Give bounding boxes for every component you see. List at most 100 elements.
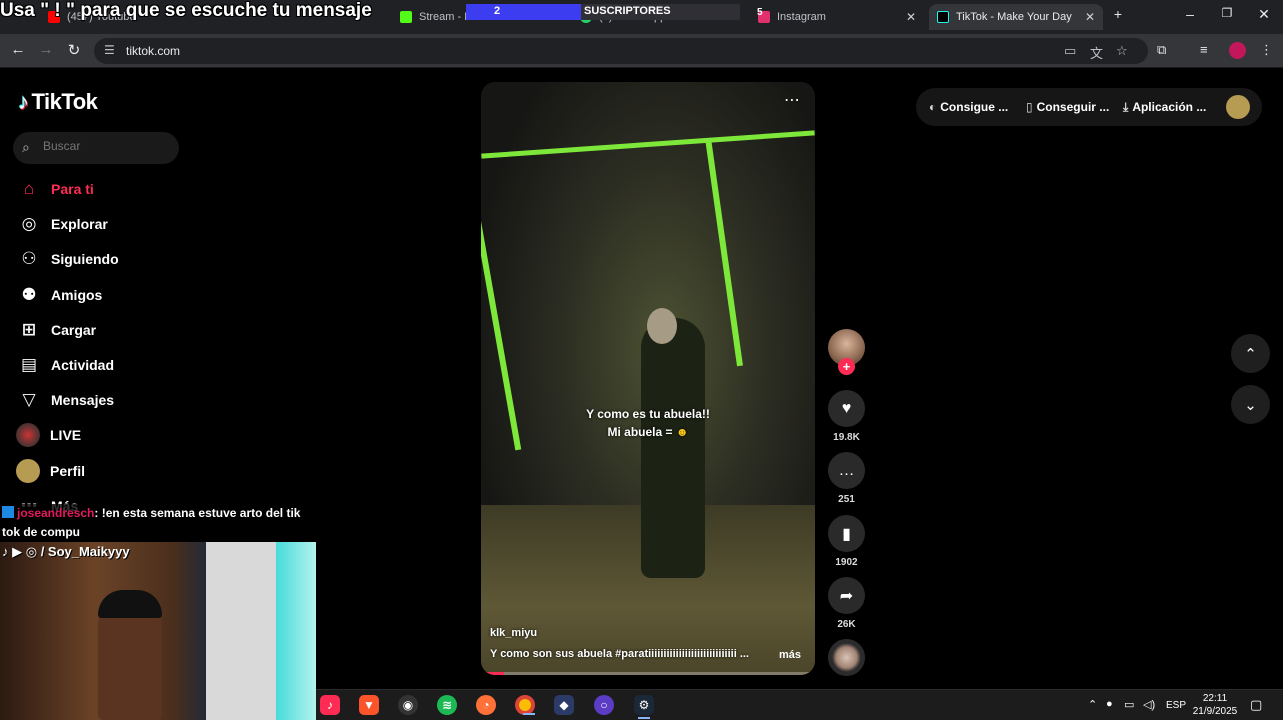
nav-explorar[interactable]: ◎ Explorar xyxy=(18,212,108,236)
user-avatar[interactable] xyxy=(1226,95,1250,119)
nav-perfil[interactable]: Perfil xyxy=(16,459,86,483)
sub-goal-label: SUSCRIPTORES xyxy=(584,5,671,17)
close-window-icon[interactable]: ✕ xyxy=(1254,6,1274,23)
streamer-handle: ♪ ▶ ◎ / Soy_Maikyyy xyxy=(2,544,130,560)
tiktok-app-icon[interactable]: ♪ xyxy=(320,695,340,715)
stream-message-overlay: Usa " ! " para que se escuche tu mensaje xyxy=(0,0,372,21)
follow-plus-icon[interactable]: + xyxy=(838,358,855,375)
address-bar[interactable]: ☰ tiktok.com ▭ 文 ☆ xyxy=(94,38,1148,64)
nav-para-ti[interactable]: ⌂ Para ti xyxy=(18,177,94,201)
like-action[interactable]: ♥ 19.8K xyxy=(828,390,865,443)
back-icon[interactable]: ← xyxy=(8,41,28,58)
sound-disc[interactable] xyxy=(828,639,865,676)
nav-amigos[interactable]: ⚉ Amigos xyxy=(18,283,102,307)
clock-time: 22:11 xyxy=(1202,693,1228,704)
bookmark-icon[interactable]: ▮ xyxy=(828,515,865,552)
previous-video-button[interactable]: ⌃ xyxy=(1231,334,1270,373)
volume-icon[interactable]: ◁) xyxy=(1143,698,1155,711)
nav-actividad[interactable]: ▤ Actividad xyxy=(18,353,114,377)
like-count: 19.8K xyxy=(833,432,860,443)
screen: (457) Youtube Stream - Kick Dashboard (1… xyxy=(0,0,1283,720)
share-icon[interactable]: ➦ xyxy=(828,577,865,614)
translate-icon[interactable]: 文 xyxy=(1090,43,1103,62)
stream-chat-overlay: joseandresch: !en esta semana estuve art… xyxy=(0,504,318,542)
comment-count: 251 xyxy=(838,494,855,505)
new-tab-button[interactable]: + xyxy=(1108,6,1128,22)
video-caption: Mi abuela = ☻ xyxy=(481,425,815,439)
bookmark-star-icon[interactable]: ☆ xyxy=(1116,43,1128,59)
video-scene xyxy=(647,308,677,344)
app-icon[interactable]: ◆ xyxy=(554,695,574,715)
clock[interactable]: 22:11 21/9/2025 xyxy=(1190,692,1240,718)
nav-cargar[interactable]: ⊞ Cargar xyxy=(18,318,96,342)
cortana-icon[interactable]: ○ xyxy=(594,695,614,715)
desktop-app-button[interactable]: ⤓ Aplicación ... xyxy=(1123,100,1206,115)
notifications-icon[interactable]: ▢ xyxy=(1250,697,1262,713)
sub-goal-bar: 2 SUSCRIPTORES xyxy=(466,4,740,20)
media-controls-icon[interactable]: ≡ xyxy=(1200,42,1208,57)
next-video-button[interactable]: ⌄ xyxy=(1231,385,1270,424)
extensions-icon[interactable]: ⧉ xyxy=(1157,42,1166,58)
heart-icon[interactable]: ♥ xyxy=(828,390,865,427)
video-more-icon[interactable]: ⋯ xyxy=(784,90,801,110)
save-action[interactable]: ▮ 1902 xyxy=(828,515,865,568)
nav-mensajes[interactable]: ▽ Mensajes xyxy=(18,388,114,412)
profile-avatar xyxy=(16,459,40,483)
close-tab-icon[interactable]: ✕ xyxy=(1085,10,1095,24)
tray-overflow-icon[interactable]: ⌃ xyxy=(1088,698,1097,711)
nav-siguiendo[interactable]: ⚇ Siguiendo xyxy=(18,247,119,271)
get-coins-button[interactable]: ◐ Consigue ... xyxy=(929,100,1008,114)
description-more-link[interactable]: más xyxy=(779,649,801,661)
nav-label: Perfil xyxy=(50,463,86,479)
video-player[interactable]: ⋯ Y como es tu abuela!! Mi abuela = ☻ kl… xyxy=(481,82,815,675)
emoji-icon: ☻ xyxy=(675,425,689,439)
search-input[interactable] xyxy=(43,139,173,153)
header-item-label: Aplicación ... xyxy=(1132,100,1207,114)
reload-icon[interactable]: ↻ xyxy=(64,41,84,59)
close-tab-icon[interactable]: ✕ xyxy=(906,10,916,24)
video-progress[interactable] xyxy=(481,672,815,675)
comment-icon[interactable]: … xyxy=(828,452,865,489)
tab-instagram[interactable]: Instagram ✕ xyxy=(750,4,924,30)
brave-icon[interactable]: ▼ xyxy=(359,695,379,715)
tiktok-logo[interactable]: ♪ TikTok xyxy=(18,89,98,115)
friends-icon: ⚉ xyxy=(21,285,37,304)
nav-live[interactable]: LIVE xyxy=(16,423,82,447)
network-icon[interactable]: ▭ xyxy=(1124,698,1134,711)
menu-kebab-icon[interactable]: ⋮ xyxy=(1260,42,1273,58)
video-author[interactable]: klk_miyu xyxy=(490,627,537,639)
live-avatar xyxy=(16,423,40,447)
forward-icon[interactable]: → xyxy=(36,41,56,58)
tab-tiktok[interactable]: TikTok - Make Your Day ✕ xyxy=(929,4,1103,30)
firefox-icon[interactable]: ◔ xyxy=(476,695,496,715)
messages-icon: ▽ xyxy=(22,390,36,409)
share-action[interactable]: ➦ 26K xyxy=(828,577,865,630)
language-indicator[interactable]: ESP xyxy=(1166,700,1186,711)
webcam-scene xyxy=(206,542,276,720)
get-app-button[interactable]: ▯ Conseguir ... xyxy=(1026,100,1109,114)
nav-label: LIVE xyxy=(50,427,82,443)
steam-icon[interactable]: ⚙ xyxy=(634,695,654,719)
spotify-icon[interactable]: ≋ xyxy=(437,695,457,715)
top-right-actions: ◐ Consigue ... ▯ Conseguir ... ⤓ Aplicación… xyxy=(916,88,1262,126)
comment-action[interactable]: … 251 xyxy=(828,452,865,505)
profile-avatar[interactable] xyxy=(1229,42,1246,59)
webcam-scene xyxy=(98,590,162,618)
chrome-icon[interactable] xyxy=(515,695,535,715)
minimize-icon[interactable]: – xyxy=(1180,6,1200,22)
search-box[interactable]: ⌕ xyxy=(13,132,179,164)
video-progress-fill xyxy=(481,672,505,675)
nav-label: Siguiendo xyxy=(51,251,119,267)
microphone-icon[interactable]: ● xyxy=(1106,698,1113,710)
creator-avatar[interactable]: + xyxy=(828,329,865,375)
site-info-icon[interactable]: ☰ xyxy=(104,43,115,57)
install-app-icon[interactable]: ▭ xyxy=(1064,43,1076,59)
logo-text: TikTok xyxy=(31,89,98,114)
nav-label: Para ti xyxy=(51,181,94,197)
video-caption-text: Mi abuela = xyxy=(607,425,673,439)
obs-icon[interactable]: ◉ xyxy=(398,695,418,715)
streamer-handle-text: / Soy_Maikyyy xyxy=(40,544,130,559)
restore-icon[interactable]: ❐ xyxy=(1217,6,1237,20)
browser-toolbar: ← → ↻ ☰ tiktok.com ▭ 文 ☆ ⧉ ≡ ⋮ xyxy=(0,34,1283,68)
home-icon: ⌂ xyxy=(23,179,35,198)
